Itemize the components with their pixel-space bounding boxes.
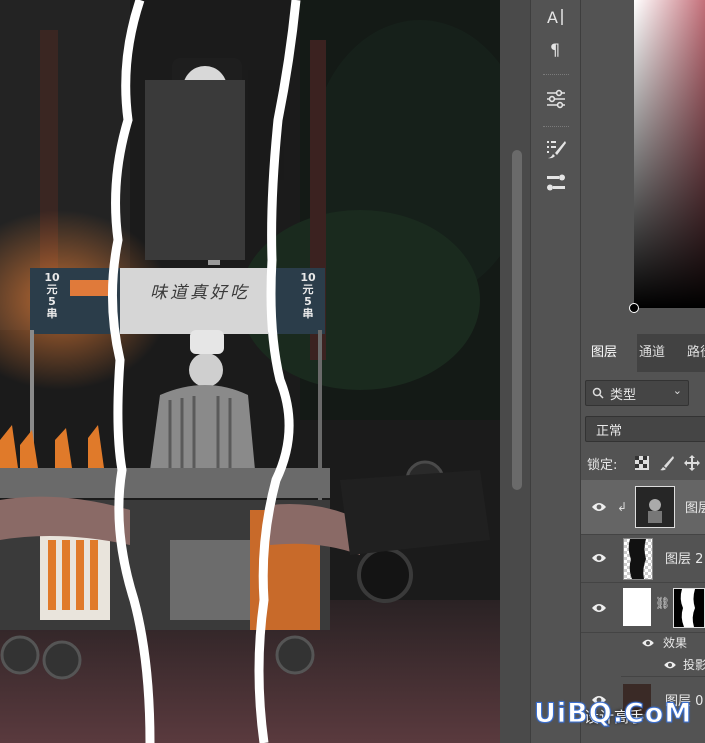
sign-line: 串 [46, 307, 58, 320]
layer-thumbnail [635, 486, 675, 528]
filter-label: 类型 [610, 388, 637, 403]
layer-effects-row[interactable]: 效果 [621, 632, 705, 654]
chevron-down-icon: ⌄ [672, 384, 682, 397]
layer-thumbnail [623, 588, 651, 626]
panel-grip [543, 126, 569, 130]
layers-panel: 图层 通道 路径 类型 ⌄ 正常 锁定: ↲ [581, 334, 705, 743]
lock-position-icon[interactable] [683, 454, 701, 472]
visibility-eye-icon[interactable] [591, 602, 607, 614]
tab-paths[interactable]: 路径 [687, 334, 705, 372]
color-picker-field[interactable] [629, 0, 705, 313]
watermark: 设计高手 UiBQ.CoM [533, 696, 705, 740]
layer-row[interactable]: 图层 2 [581, 534, 705, 583]
clipping-mask-icon: ↲ [617, 500, 628, 514]
adjustments-icon[interactable] [535, 82, 577, 116]
layer-row[interactable]: ⛓ [581, 582, 705, 633]
visibility-eye-icon[interactable] [591, 501, 607, 513]
layer-row[interactable]: ↲ 图层 [581, 480, 705, 535]
svg-text:¶: ¶ [550, 40, 560, 59]
tab-channels[interactable]: 通道 [639, 334, 679, 372]
canvas-scrollbar[interactable] [500, 0, 530, 743]
color-picker-handle[interactable] [629, 303, 639, 313]
layer-name: 图层 2 [665, 552, 704, 567]
blend-mode-dropdown[interactable]: 正常 [585, 416, 705, 442]
paragraph-icon[interactable]: ¶ [535, 32, 577, 66]
layer-thumbnail [623, 538, 653, 580]
price-sign-left: 10 元 5 串 [34, 272, 70, 320]
panel-grip [543, 74, 569, 78]
search-icon [592, 387, 604, 399]
banner-text: 味道真好吃 [150, 283, 250, 303]
panel-toolstrip: A ¶ [530, 0, 581, 743]
document-canvas[interactable]: 10 元 5 串 10 元 5 串 味道真好吃 [0, 0, 500, 743]
layer-name: 图层 [685, 501, 705, 516]
character-icon[interactable]: A [535, 0, 577, 34]
link-icon[interactable]: ⛓ [655, 596, 670, 610]
drop-shadow-label: 投影 [683, 658, 705, 672]
lock-image-pixels-icon[interactable] [659, 455, 675, 471]
properties-icon[interactable] [535, 166, 577, 200]
effects-label: 效果 [663, 636, 688, 650]
lock-row: 锁定: [581, 448, 705, 478]
watermark-text: UiBQ.CoM [533, 698, 693, 730]
layer-effect-drop-shadow[interactable]: 投影 [621, 654, 705, 677]
visibility-eye-icon[interactable] [663, 660, 677, 670]
canvas-image [0, 0, 500, 743]
sign-line: 串 [302, 307, 314, 320]
lock-transparent-pixels-icon[interactable] [635, 456, 649, 470]
price-sign-right: 10 元 5 串 [290, 272, 326, 320]
lock-label: 锁定: [587, 458, 618, 473]
layers-panel-tabs: 图层 通道 路径 [581, 334, 705, 372]
visibility-eye-icon[interactable] [641, 638, 655, 648]
layer-mask-thumbnail[interactable] [673, 588, 705, 628]
blend-mode-value: 正常 [596, 424, 623, 439]
svg-text:A: A [547, 8, 558, 27]
visibility-eye-icon[interactable] [591, 552, 607, 564]
scrollbar-thumb[interactable] [512, 150, 522, 490]
brush-settings-icon[interactable] [535, 132, 577, 166]
layer-filter-dropdown[interactable]: 类型 ⌄ [585, 380, 689, 406]
tab-layers[interactable]: 图层 [581, 334, 637, 372]
